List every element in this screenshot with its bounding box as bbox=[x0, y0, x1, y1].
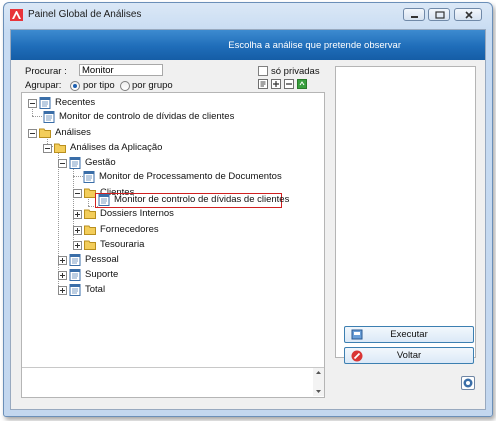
collapse-toggle[interactable] bbox=[28, 99, 37, 108]
search-input[interactable] bbox=[79, 64, 163, 76]
expand-toggle[interactable] bbox=[73, 241, 82, 250]
expand-toggle[interactable] bbox=[58, 256, 67, 265]
app-logo-icon bbox=[10, 9, 23, 21]
list-icon bbox=[69, 269, 81, 281]
expand-toggle[interactable] bbox=[58, 271, 67, 280]
cancel-icon bbox=[351, 350, 363, 362]
group-by-type-label: por tipo bbox=[83, 80, 115, 91]
tree-node-label: Dossiers Internos bbox=[100, 208, 174, 219]
analysis-tree: Recentes Monitor de controlo de dívidas … bbox=[22, 93, 324, 395]
execute-label: Executar bbox=[390, 329, 428, 340]
collapse-toggle[interactable] bbox=[58, 159, 67, 168]
expand-all-icon[interactable] bbox=[271, 79, 281, 89]
expand-toggle[interactable] bbox=[73, 210, 82, 219]
list-icon bbox=[69, 157, 81, 169]
maximize-button[interactable] bbox=[428, 8, 450, 21]
back-label: Voltar bbox=[396, 350, 422, 361]
collapse-toggle[interactable] bbox=[28, 129, 37, 138]
list-icon bbox=[83, 171, 95, 183]
folder-icon bbox=[84, 240, 96, 250]
preview-panel bbox=[335, 66, 476, 358]
list-icon bbox=[69, 284, 81, 296]
expand-toggle[interactable] bbox=[73, 226, 82, 235]
folder-icon bbox=[84, 225, 96, 235]
tree-filter-icon[interactable] bbox=[258, 79, 268, 89]
close-icon bbox=[465, 11, 473, 19]
help-icon bbox=[463, 378, 473, 388]
window-title: Painel Global de Análises bbox=[28, 9, 142, 20]
back-button[interactable]: Voltar bbox=[344, 347, 474, 364]
tree-node-label: Suporte bbox=[85, 269, 119, 280]
tree-node-label: Monitor de controlo de dívidas de client… bbox=[59, 111, 235, 122]
private-only-label: só privadas bbox=[271, 66, 320, 77]
list-icon bbox=[39, 97, 51, 109]
expand-toggle[interactable] bbox=[58, 286, 67, 295]
collapse-all-icon[interactable] bbox=[284, 79, 294, 89]
folder-icon bbox=[54, 143, 66, 153]
tree-node-label: Gestão bbox=[85, 157, 116, 168]
tree-node-label: Fornecedores bbox=[100, 224, 159, 235]
client-area: Escolha a análise que pretende observar … bbox=[10, 29, 486, 410]
group-label: Agrupar: bbox=[25, 80, 62, 91]
folder-icon bbox=[39, 128, 51, 138]
tree-node-label: Análises bbox=[55, 127, 91, 138]
tree-node-label: Pessoal bbox=[85, 254, 119, 265]
group-by-group-label: por grupo bbox=[132, 80, 173, 91]
tree-node-label: Recentes bbox=[55, 97, 96, 108]
tree-panel: Recentes Monitor de controlo de dívidas … bbox=[21, 92, 325, 398]
minimize-icon bbox=[411, 16, 418, 18]
description-area bbox=[22, 367, 324, 396]
refresh-icon[interactable] bbox=[297, 79, 307, 89]
group-by-type-radio[interactable] bbox=[70, 81, 80, 91]
scroll-arrows-icon bbox=[316, 371, 321, 393]
collapse-toggle[interactable] bbox=[43, 144, 52, 153]
description-scrollbar[interactable] bbox=[313, 368, 324, 396]
main-window: Painel Global de Análises Escolha a anál… bbox=[3, 2, 493, 417]
minimize-button[interactable] bbox=[403, 8, 425, 21]
search-label: Procurar : bbox=[25, 66, 67, 77]
folder-icon bbox=[84, 209, 96, 219]
execute-button[interactable]: Executar bbox=[344, 326, 474, 343]
help-button[interactable] bbox=[461, 376, 475, 390]
header-banner: Escolha a análise que pretende observar bbox=[11, 30, 485, 60]
list-icon bbox=[43, 111, 55, 123]
close-button[interactable] bbox=[454, 8, 482, 21]
group-by-group-radio[interactable] bbox=[120, 81, 130, 91]
banner-text: Escolha a análise que pretende observar bbox=[228, 40, 401, 51]
collapse-toggle[interactable] bbox=[73, 189, 82, 198]
private-only-checkbox[interactable] bbox=[258, 66, 268, 76]
list-icon bbox=[69, 254, 81, 266]
tree-node-label: Total bbox=[85, 284, 106, 295]
title-bar[interactable]: Painel Global de Análises bbox=[4, 3, 492, 29]
execute-icon bbox=[351, 329, 363, 340]
tree-node-label: Análises da Aplicação bbox=[70, 142, 163, 153]
tree-node-label: Monitor de Processamento de Documentos bbox=[99, 171, 282, 182]
tree-node-label: Tesouraria bbox=[100, 239, 145, 250]
list-icon bbox=[98, 194, 110, 206]
tree-node-label: Monitor de controlo de dívidas de client… bbox=[114, 194, 290, 205]
maximize-icon bbox=[435, 11, 445, 19]
